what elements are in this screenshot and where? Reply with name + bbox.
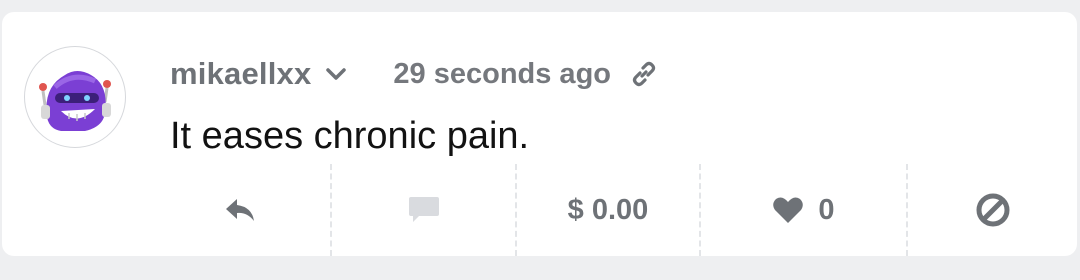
comment-button[interactable] (332, 164, 517, 256)
username[interactable]: mikaellxx (170, 56, 311, 92)
tip-button[interactable]: $ 0.00 (517, 164, 701, 256)
like-count: 0 (818, 193, 835, 226)
timestamp[interactable]: 29 seconds ago (393, 58, 611, 91)
link-icon[interactable] (629, 59, 659, 89)
heart-icon (773, 197, 804, 223)
block-button[interactable] (908, 164, 1078, 256)
block-icon (976, 193, 1010, 227)
post-actions: $ 0.00 0 (150, 164, 1070, 256)
post-body: It eases chronic pain. (170, 115, 530, 157)
comment-icon (408, 197, 439, 222)
post-meta: mikaellxx 29 seconds ago (170, 54, 659, 94)
post-card: mikaellxx 29 seconds ago It eases chroni… (2, 12, 1077, 256)
like-button[interactable]: 0 (701, 164, 908, 256)
chevron-down-icon[interactable] (325, 66, 347, 82)
avatar[interactable] (24, 46, 126, 148)
tip-amount: $ 0.00 (567, 193, 649, 226)
reply-button[interactable] (150, 164, 332, 256)
robot-avatar-icon (39, 71, 111, 131)
reply-icon (226, 199, 254, 221)
